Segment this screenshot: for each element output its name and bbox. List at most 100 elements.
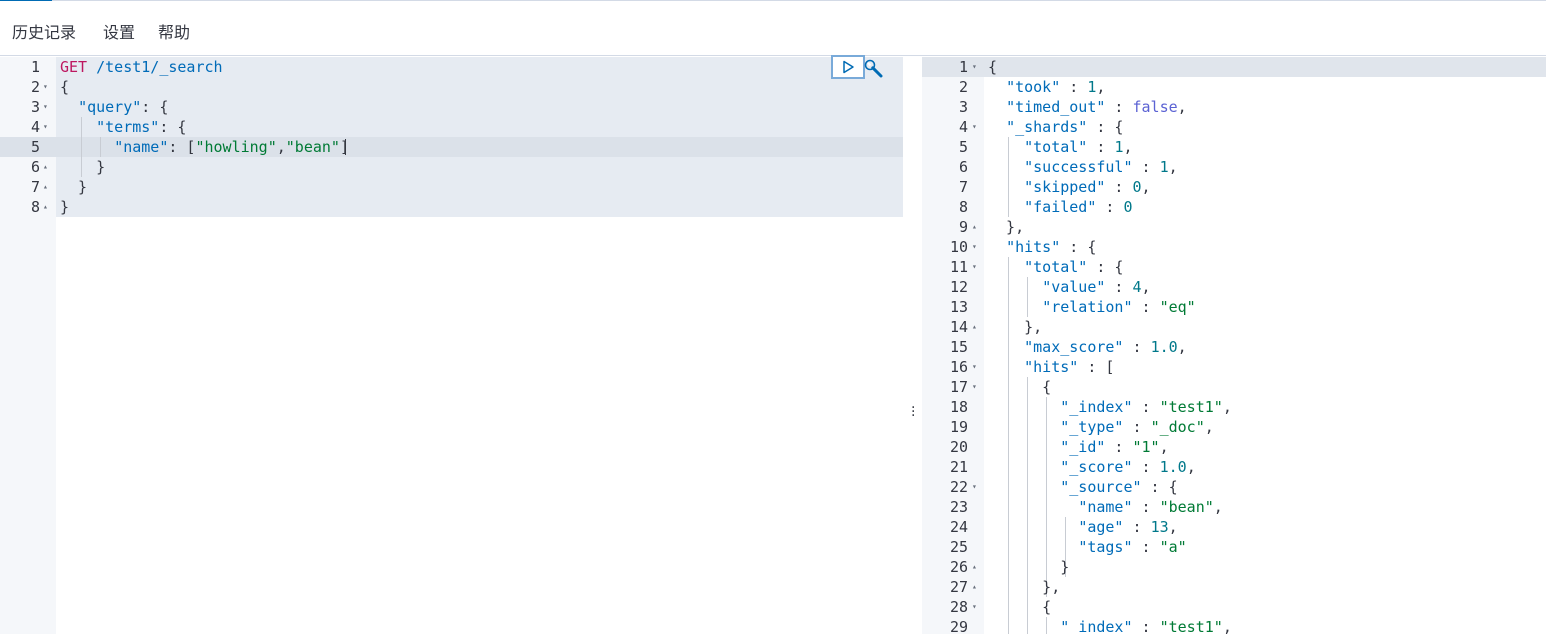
- fold-collapse-icon[interactable]: ▾: [972, 257, 977, 277]
- code-line[interactable]: "age" : 13,: [988, 517, 1177, 537]
- code-line[interactable]: {: [988, 597, 1051, 617]
- menu-help[interactable]: 帮助: [158, 23, 190, 43]
- line-number: 9: [958, 218, 968, 236]
- line-number: 14: [949, 318, 968, 336]
- fold-collapse-icon[interactable]: ▾: [972, 377, 977, 397]
- code-line[interactable]: "_id" : "1",: [988, 437, 1168, 457]
- fold-collapse-icon[interactable]: ▾: [972, 237, 977, 257]
- code-line[interactable]: }: [60, 197, 69, 217]
- code-line[interactable]: "timed_out" : false,: [988, 97, 1187, 117]
- line-number: 15: [949, 338, 968, 356]
- send-request-button[interactable]: [831, 55, 865, 79]
- line-number: 5: [30, 138, 40, 156]
- fold-collapse-icon[interactable]: ▾: [972, 357, 977, 377]
- pane-divider[interactable]: [903, 57, 922, 634]
- code-line[interactable]: }: [60, 177, 87, 197]
- code-line[interactable]: {: [988, 377, 1051, 397]
- line-number: 22: [949, 478, 968, 496]
- line-number: 1: [30, 58, 40, 76]
- line-number: 29: [949, 618, 968, 634]
- fold-expand-icon[interactable]: ▴: [972, 217, 977, 237]
- code-line[interactable]: "took" : 1,: [988, 77, 1105, 97]
- line-number: 7: [30, 178, 40, 196]
- code-line[interactable]: "hits" : {: [988, 237, 1096, 257]
- code-line[interactable]: "_index" : "test1",: [988, 617, 1232, 634]
- line-number: 3: [958, 98, 968, 116]
- code-line[interactable]: "_score" : 1.0,: [988, 457, 1195, 477]
- line-number: 20: [949, 438, 968, 456]
- code-line[interactable]: "_index" : "test1",: [988, 397, 1232, 417]
- fold-collapse-icon[interactable]: ▾: [972, 117, 977, 137]
- menu-history[interactable]: 历史记录: [12, 23, 76, 43]
- request-options-button[interactable]: [863, 58, 885, 80]
- active-line-highlight: [922, 57, 1546, 77]
- text-cursor: [345, 139, 346, 155]
- fold-collapse-icon[interactable]: ▾: [43, 117, 48, 137]
- fold-expand-icon[interactable]: ▴: [972, 557, 977, 577]
- line-number: 18: [949, 398, 968, 416]
- line-number: 13: [949, 298, 968, 316]
- code-line[interactable]: {: [60, 77, 69, 97]
- code-line[interactable]: },: [988, 577, 1060, 597]
- code-line[interactable]: "max_score" : 1.0,: [988, 337, 1187, 357]
- code-line[interactable]: "name" : "bean",: [988, 497, 1223, 517]
- fold-expand-icon[interactable]: ▴: [43, 197, 48, 217]
- fold-expand-icon[interactable]: ▴: [43, 177, 48, 197]
- line-number: 4: [30, 118, 40, 136]
- code-line[interactable]: },: [988, 217, 1024, 237]
- menu-settings[interactable]: 设置: [103, 23, 135, 43]
- line-number: 24: [949, 518, 968, 536]
- code-line[interactable]: }: [60, 157, 105, 177]
- line-number: 23: [949, 498, 968, 516]
- code-line[interactable]: "skipped" : 0,: [988, 177, 1150, 197]
- code-line[interactable]: "_type" : "_doc",: [988, 417, 1214, 437]
- line-number: 27: [949, 578, 968, 596]
- code-line[interactable]: "_shards" : {: [988, 117, 1123, 137]
- code-line[interactable]: "total" : {: [988, 257, 1123, 277]
- menu-bar: 历史记录 设置 帮助: [0, 1, 1546, 56]
- line-number: 8: [958, 198, 968, 216]
- line-number: 19: [949, 418, 968, 436]
- fold-expand-icon[interactable]: ▴: [972, 577, 977, 597]
- fold-expand-icon[interactable]: ▴: [43, 157, 48, 177]
- line-number: 10: [949, 238, 968, 256]
- fold-collapse-icon[interactable]: ▾: [43, 97, 48, 117]
- line-number: 2: [958, 78, 968, 96]
- code-line[interactable]: }: [988, 557, 1069, 577]
- line-number: 16: [949, 358, 968, 376]
- line-number: 6: [30, 158, 40, 176]
- code-line[interactable]: {: [988, 57, 997, 77]
- line-number: 5: [958, 138, 968, 156]
- code-line[interactable]: "hits" : [: [988, 357, 1114, 377]
- line-number: 8: [30, 198, 40, 216]
- fold-expand-icon[interactable]: ▴: [972, 317, 977, 337]
- line-number: 11: [949, 258, 968, 276]
- response-editor[interactable]: 1 ▾{2 "took" : 1, 3 "timed_out" : false, 4 ▾…: [922, 57, 1546, 634]
- code-line[interactable]: },: [988, 317, 1042, 337]
- code-line[interactable]: "tags" : "a": [988, 537, 1186, 557]
- line-number: 26: [949, 558, 968, 576]
- code-line[interactable]: "_source" : {: [988, 477, 1177, 497]
- line-number: 3: [30, 98, 40, 116]
- line-number: 7: [958, 178, 968, 196]
- code-line[interactable]: "value" : 4,: [988, 277, 1150, 297]
- code-line[interactable]: "query": {: [60, 97, 168, 117]
- code-line[interactable]: "name": ["howling","bean"]: [60, 137, 349, 157]
- code-line[interactable]: "total" : 1,: [988, 137, 1132, 157]
- code-line[interactable]: "failed" : 0: [988, 197, 1132, 217]
- fold-collapse-icon[interactable]: ▾: [972, 597, 977, 617]
- wrench-icon: [864, 59, 883, 78]
- line-number: 4: [958, 118, 968, 136]
- line-number: 12: [949, 278, 968, 296]
- code-line[interactable]: GET /test1/_search: [60, 57, 223, 77]
- vertical-dots-icon[interactable]: · · ·: [911, 401, 915, 423]
- code-line[interactable]: "terms": {: [60, 117, 186, 137]
- fold-collapse-icon[interactable]: ▾: [43, 77, 48, 97]
- line-number: 6: [958, 158, 968, 176]
- fold-collapse-icon[interactable]: ▾: [972, 477, 977, 497]
- code-line[interactable]: "relation" : "eq": [988, 297, 1196, 317]
- code-line[interactable]: "successful" : 1,: [988, 157, 1178, 177]
- fold-collapse-icon[interactable]: ▾: [972, 57, 977, 77]
- request-editor[interactable]: 1 GET /test1/_search 2 ▾{3 ▾ "query": {4 ▾ "t…: [0, 57, 903, 634]
- line-number: 1: [958, 58, 968, 76]
